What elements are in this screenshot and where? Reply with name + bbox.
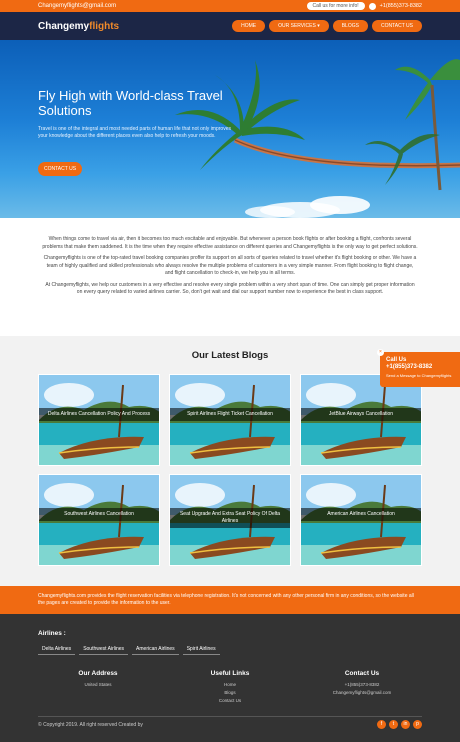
blog-card[interactable]: Seat Upgrade And Extra Seat Policy Of De… xyxy=(169,474,291,566)
airline-link-american[interactable]: American Airlines xyxy=(132,644,179,655)
footer-divider xyxy=(38,716,422,717)
contact-title: Contact Us xyxy=(344,670,380,677)
linkedin-icon[interactable]: in xyxy=(401,720,410,729)
footer-email[interactable]: Changemyflights@gmail.com xyxy=(302,689,422,697)
blog-title[interactable]: Delta Airlines Cancellation Policy And P… xyxy=(39,408,159,421)
blog-card[interactable]: Spirit Airlines Flight Ticket Cancellati… xyxy=(169,374,291,466)
call-widget-subtitle[interactable]: Send a Message to Changemyflights xyxy=(386,373,454,378)
top-bar: Changemyflights@gmail.com Call us for mo… xyxy=(0,0,460,12)
site-logo[interactable]: Changemyflights xyxy=(38,21,119,32)
blog-grid: Delta Airlines Cancellation Policy And P… xyxy=(38,374,422,566)
blog-card[interactable]: JetBlue Airways Cancellation xyxy=(300,374,422,466)
footer-link-blogs[interactable]: Blogs xyxy=(170,689,290,697)
airlines-title: Airlines : xyxy=(38,630,66,637)
facebook-icon[interactable]: f xyxy=(377,720,386,729)
airline-link-delta[interactable]: Delta Airlines xyxy=(38,644,76,655)
call-us-widget[interactable]: × Call Us +1(855)373-8382 Send a Message… xyxy=(377,349,460,387)
blog-title[interactable]: Seat Upgrade And Extra Seat Policy Of De… xyxy=(170,508,290,528)
footer-link-contact[interactable]: Contact Us xyxy=(170,697,290,705)
topbar-email[interactable]: Changemyflights@gmail.com xyxy=(38,3,116,9)
blog-title[interactable]: American Airlines Cancellation xyxy=(301,508,421,521)
site-footer: Airlines : Delta Airlines Southwest Airl… xyxy=(0,614,460,742)
nav-services[interactable]: Our Services ▾ xyxy=(269,20,329,32)
blog-title[interactable]: Southwest Airlines Cancellation xyxy=(39,508,159,521)
blog-title[interactable]: Spirit Airlines Flight Ticket Cancellati… xyxy=(170,408,290,421)
blog-title[interactable]: JetBlue Airways Cancellation xyxy=(301,408,421,421)
nav-blogs[interactable]: Blogs xyxy=(332,20,368,32)
topbar-phone[interactable]: +1(855)373-8382 xyxy=(380,3,422,9)
blog-card[interactable]: American Airlines Cancellation xyxy=(300,474,422,566)
copyright-text: © Copyright 2019. All right reserved Cre… xyxy=(38,722,143,728)
nav-contact[interactable]: Contact Us xyxy=(371,20,422,32)
call-widget-phone[interactable]: +1(855)373-8382 xyxy=(386,364,454,370)
intro-section: When things come to travel via air, then… xyxy=(0,218,460,336)
blog-card[interactable]: Southwest Airlines Cancellation xyxy=(38,474,160,566)
topbar-right: Call us for more info! +1(855)373-8382 xyxy=(306,2,422,10)
airline-link-southwest[interactable]: Southwest Airlines xyxy=(79,644,129,655)
footer-columns: Our Address United States Useful Links H… xyxy=(38,670,422,705)
site-header: Changemyflights Home Our Services ▾ Blog… xyxy=(0,12,460,40)
pinterest-icon[interactable]: p xyxy=(413,720,422,729)
hero-description: Travel is one of the integral and most n… xyxy=(38,126,231,139)
main-nav: Home Our Services ▾ Blogs Contact Us xyxy=(232,20,422,32)
intro-paragraph-3: At Changemyflights, we help our customer… xyxy=(45,281,415,296)
phone-icon xyxy=(368,2,376,10)
footer-phone[interactable]: +1(855)373-8382 xyxy=(302,681,422,689)
hero-contact-button[interactable]: Contact Us xyxy=(38,162,83,176)
airline-tags: Delta Airlines Southwest Airlines Americ… xyxy=(38,644,220,655)
intro-paragraph-1: When things come to travel via air, then… xyxy=(42,236,418,250)
footer-address-column: Our Address United States xyxy=(38,670,158,705)
footer-contact-column: Contact Us +1(855)373-8382 Changemyfligh… xyxy=(302,670,422,705)
hero-title: Fly High with World-class Travel Solutio… xyxy=(38,88,223,118)
useful-links-title: Useful Links xyxy=(210,670,250,677)
intro-paragraph-2: Changemyflights is one of the top-rated … xyxy=(43,255,417,276)
close-icon[interactable]: × xyxy=(377,349,384,356)
call-widget-title: Call Us xyxy=(386,357,407,363)
blog-card[interactable]: Delta Airlines Cancellation Policy And P… xyxy=(38,374,160,466)
airline-link-spirit[interactable]: Spirit Airlines xyxy=(182,644,220,655)
social-links: f t in p xyxy=(377,720,422,729)
address-text: United States xyxy=(84,682,112,687)
call-info-label: Call us for more info! xyxy=(306,2,365,10)
twitter-icon[interactable]: t xyxy=(389,720,398,729)
hero-banner: Fly High with World-class Travel Solutio… xyxy=(0,40,460,218)
footer-link-home[interactable]: Home xyxy=(170,681,290,689)
footer-links-column: Useful Links Home Blogs Contact Us xyxy=(170,670,290,705)
nav-home[interactable]: Home xyxy=(232,20,266,32)
address-title: Our Address xyxy=(78,670,118,677)
disclaimer-strip: Changemyflights.com provides the flight … xyxy=(0,586,460,614)
